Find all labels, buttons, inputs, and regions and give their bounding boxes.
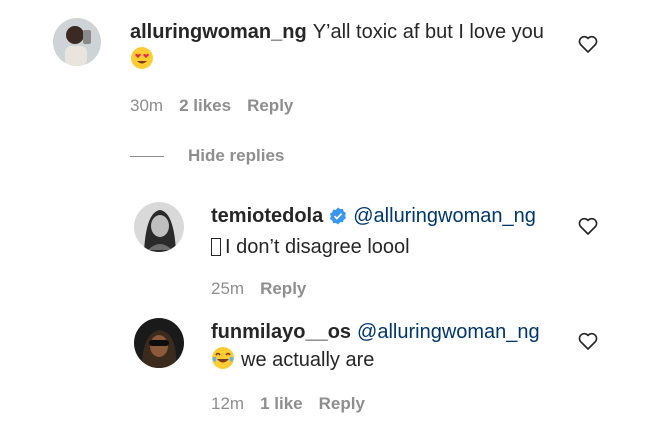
reply-text: I don’t disagree loool — [225, 236, 410, 258]
reply-mention[interactable]: @alluringwoman_ng — [357, 321, 540, 343]
reply-username[interactable]: temiotedola — [211, 205, 323, 227]
like-heart-icon[interactable] — [576, 214, 600, 238]
comment-time: 30m — [130, 96, 164, 115]
comment-body: alluringwoman_ng Y’all toxic af but I lov… — [130, 18, 570, 78]
reply-body: temiotedola @alluringwoman_ng I don’t dis… — [211, 202, 571, 261]
reply-time: 25m — [211, 279, 245, 298]
hide-replies-label: Hide replies — [188, 146, 285, 165]
reply-meta: 12m 1 like Reply — [211, 394, 365, 414]
divider-line — [130, 155, 164, 157]
avatar-funmilayo[interactable] — [134, 318, 184, 368]
comment-reply-button[interactable]: Reply — [247, 96, 293, 116]
comment-meta: 30m 2 likes Reply — [130, 96, 293, 116]
reply-body: funmilayo__os @alluringwoman_ng we actual… — [211, 318, 571, 378]
tears-of-joy-emoji-icon — [211, 346, 235, 378]
reply-reply-button[interactable]: Reply — [319, 394, 365, 414]
comment-text: Y’all toxic af but I love you — [312, 21, 544, 43]
like-heart-icon[interactable] — [576, 32, 600, 56]
comment-likes[interactable]: 2 likes — [179, 96, 231, 116]
missing-glyph-icon — [211, 238, 221, 256]
reply-likes[interactable]: 1 like — [260, 394, 303, 414]
avatar-alluringwoman[interactable] — [53, 18, 101, 66]
reply-reply-button[interactable]: Reply — [260, 279, 306, 299]
verified-badge-icon — [329, 205, 347, 233]
hide-replies-button[interactable]: Hide replies — [130, 146, 284, 166]
like-heart-icon[interactable] — [576, 329, 600, 353]
heart-eyes-emoji-icon — [130, 46, 154, 78]
reply-text: we actually are — [241, 349, 375, 371]
avatar-temiotedola[interactable] — [134, 202, 184, 252]
reply-mention[interactable]: @alluringwoman_ng — [353, 205, 536, 227]
reply-meta: 25m Reply — [211, 279, 306, 299]
reply-time: 12m — [211, 394, 245, 413]
reply-username[interactable]: funmilayo__os — [211, 321, 351, 343]
comment-username[interactable]: alluringwoman_ng — [130, 21, 307, 43]
